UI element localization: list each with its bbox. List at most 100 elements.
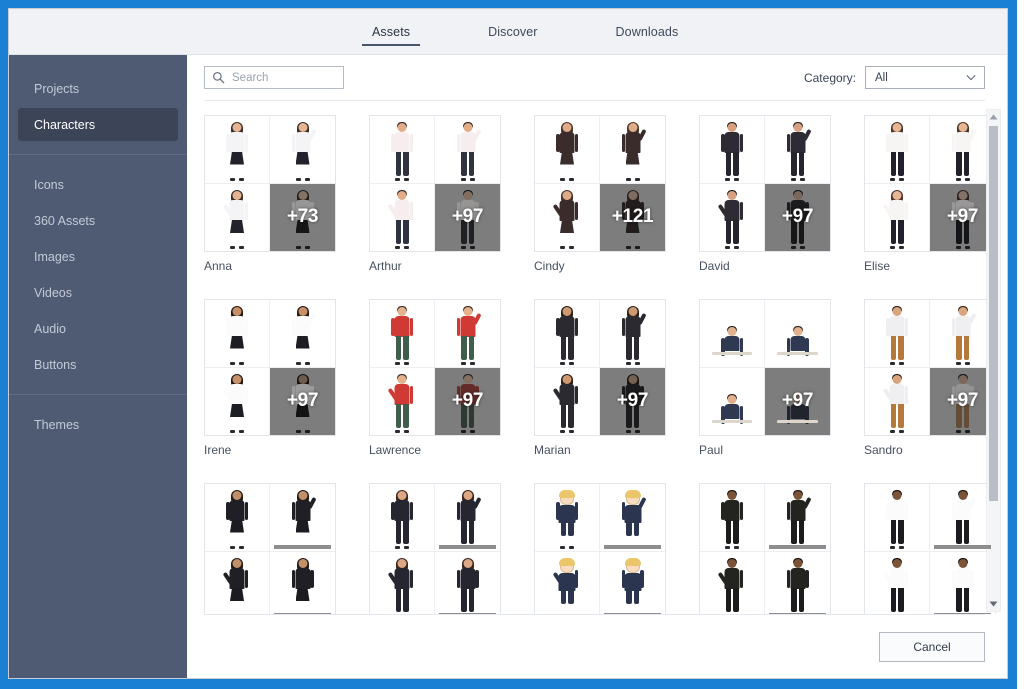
asset-thumbnail[interactable] [600,300,665,368]
asset-thumbnail[interactable] [865,367,930,435]
character-figure [785,325,811,356]
asset-card[interactable] [369,483,501,614]
asset-more-cell[interactable]: +97 [600,367,665,435]
character-figure [455,489,482,549]
asset-thumbnail[interactable] [765,300,830,368]
sidebar-item-audio[interactable]: Audio [18,312,178,345]
asset-more-cell[interactable]: +97 [765,367,830,435]
tab-bar: Assets Discover Downloads [9,9,1007,55]
asset-more-cell[interactable]: +73 [270,183,335,251]
sidebar-item-themes[interactable]: Themes [18,408,178,441]
asset-card[interactable]: +97 David [699,115,831,273]
asset-thumbnail[interactable] [535,551,600,614]
character-figure [552,558,580,614]
asset-thumbnail[interactable] [865,551,930,614]
sidebar-item-projects[interactable]: Projects [18,72,178,105]
sidebar-item-360-assets[interactable]: 360 Assets [18,204,178,237]
asset-card[interactable]: +97 Marian [534,299,666,457]
asset-thumbnail[interactable] [435,484,500,552]
asset-thumbnail[interactable] [370,183,435,251]
asset-thumbnail[interactable] [700,183,765,251]
asset-thumbnail[interactable] [700,551,765,614]
asset-thumbnail[interactable] [600,551,665,614]
asset-more-cell[interactable]: +97 [765,183,830,251]
asset-thumbnail[interactable] [205,367,270,435]
sidebar-item-videos[interactable]: Videos [18,276,178,309]
scroll-thumb[interactable] [989,126,998,501]
asset-card[interactable]: +97 Arthur [369,115,501,273]
asset-card[interactable]: +97 Lawrence [369,299,501,457]
search-input[interactable] [232,71,343,84]
sidebar-item-characters[interactable]: Characters [18,108,178,141]
asset-more-cell[interactable]: +121 [600,183,665,251]
asset-thumbnail[interactable] [205,551,270,614]
asset-thumbnail[interactable] [765,484,830,552]
search-box[interactable] [204,66,344,89]
tab-discover[interactable]: Discover [470,9,555,54]
asset-card[interactable]: +97 Irene [204,299,336,457]
asset-card[interactable]: +97 Sandro [864,299,996,457]
asset-card[interactable] [699,483,831,614]
asset-card[interactable] [534,483,666,614]
asset-thumbnail[interactable] [535,116,600,184]
asset-thumbnail[interactable] [270,484,335,552]
sidebar-item-buttons[interactable]: Buttons [18,348,178,381]
asset-thumbnail-grid: +97 [864,115,996,252]
asset-thumbnail[interactable] [535,484,600,552]
tab-downloads[interactable]: Downloads [598,9,697,54]
asset-card-name: Irene [204,443,232,457]
grid-scrollbar[interactable] [986,109,1001,612]
asset-thumbnail[interactable] [700,367,765,435]
asset-thumbnail[interactable] [535,300,600,368]
asset-thumbnail[interactable] [700,300,765,368]
asset-thumbnail[interactable] [435,300,500,368]
character-figure [387,190,415,249]
tab-assets[interactable]: Assets [354,9,428,54]
category-select[interactable]: All [865,66,985,89]
asset-thumbnail[interactable] [270,116,335,184]
asset-card[interactable] [204,483,336,614]
asset-thumbnail[interactable] [370,116,435,184]
asset-thumbnail[interactable] [370,551,435,614]
asset-more-cell[interactable]: +97 [435,367,500,435]
asset-card[interactable] [864,483,996,614]
asset-thumbnail[interactable] [535,367,600,435]
asset-thumbnail[interactable] [865,300,930,368]
asset-more-cell[interactable]: +97 [435,183,500,251]
asset-card[interactable]: +97 Elise [864,115,996,273]
scroll-up-arrow[interactable] [987,110,1000,124]
asset-thumbnail[interactable] [270,551,335,614]
sidebar-item-icons[interactable]: Icons [18,168,178,201]
sidebar-item-360-assets-label: 360 Assets [34,213,96,228]
asset-thumbnail[interactable] [765,551,830,614]
asset-thumbnail[interactable] [865,116,930,184]
asset-thumbnail[interactable] [535,183,600,251]
cancel-button[interactable]: Cancel [879,631,985,662]
character-figure [884,305,910,365]
asset-more-cell[interactable]: +97 [270,367,335,435]
asset-thumbnail[interactable] [435,116,500,184]
asset-thumbnail[interactable] [205,183,270,251]
asset-thumbnail[interactable] [270,300,335,368]
asset-thumbnail[interactable] [700,116,765,184]
asset-thumbnail[interactable] [600,116,665,184]
asset-thumbnail[interactable] [205,484,270,552]
asset-thumbnail[interactable] [600,484,665,552]
asset-thumbnail[interactable] [865,484,930,552]
character-figure [785,121,812,181]
asset-thumbnail[interactable] [205,300,270,368]
sidebar-group-media: Icons 360 Assets Images Videos Audio But… [9,165,187,384]
asset-thumbnail[interactable] [370,484,435,552]
asset-card[interactable]: +73 Anna [204,115,336,273]
sidebar-item-images[interactable]: Images [18,240,178,273]
asset-thumbnail[interactable] [370,367,435,435]
asset-card[interactable]: +97 Paul [699,299,831,457]
asset-thumbnail[interactable] [865,183,930,251]
asset-thumbnail[interactable] [765,116,830,184]
asset-thumbnail[interactable] [370,300,435,368]
asset-thumbnail[interactable] [205,116,270,184]
asset-card[interactable]: +121 Cindy [534,115,666,273]
scroll-down-arrow[interactable] [987,597,1000,611]
asset-thumbnail[interactable] [435,551,500,614]
asset-thumbnail[interactable] [700,484,765,552]
